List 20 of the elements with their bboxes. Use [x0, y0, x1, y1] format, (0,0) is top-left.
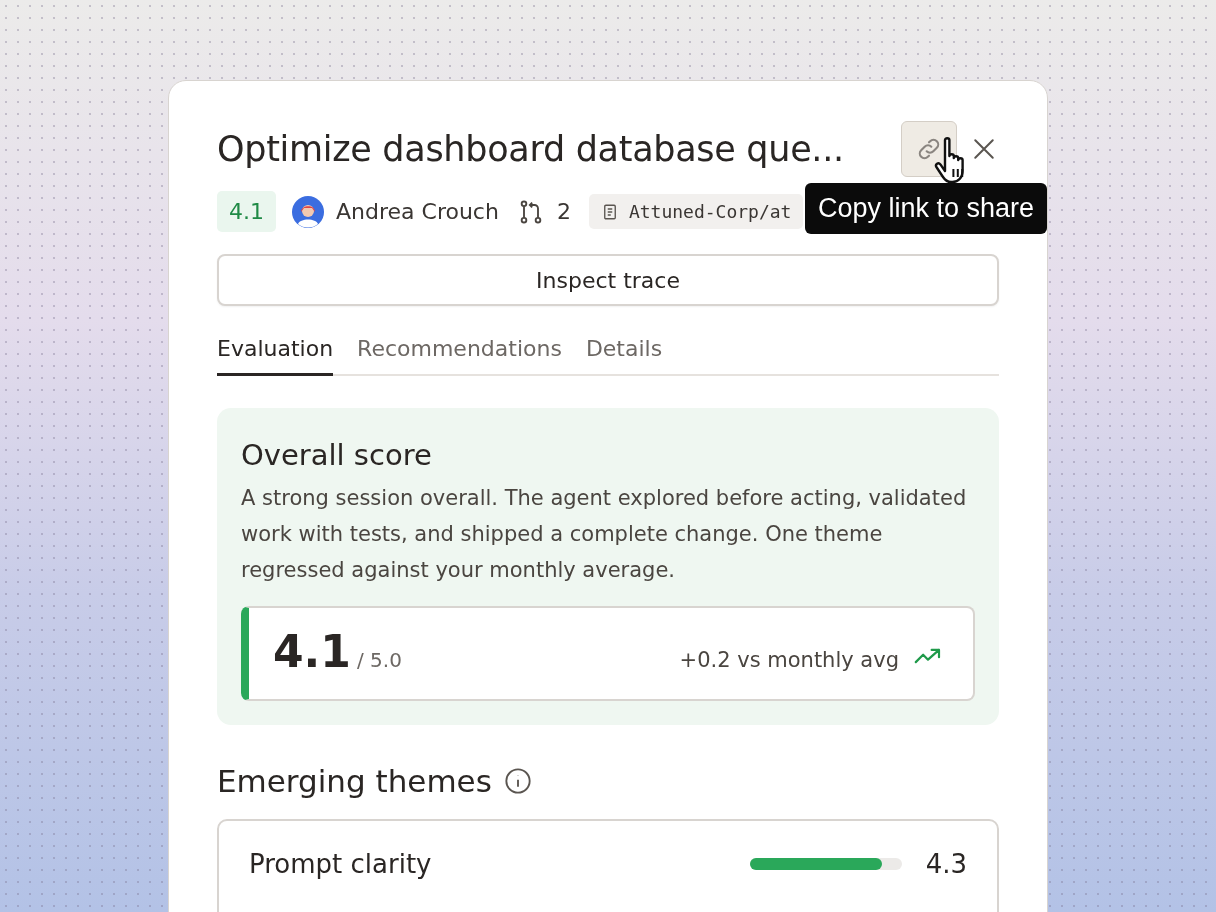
section-title: Emerging themes	[217, 763, 492, 799]
tooltip: Copy link to share	[804, 183, 1047, 234]
repository-name: Attuned-Corp/at	[628, 201, 792, 222]
section-title: Overall score	[241, 438, 433, 472]
pull-request-count: 2	[556, 199, 571, 224]
tab[interactable]: Evaluation	[217, 336, 334, 376]
author-name: Andrea Crouch	[336, 199, 499, 224]
inspect-trace-button[interactable]: Inspect trace	[217, 254, 999, 306]
avatar	[292, 195, 324, 228]
score-value: 4.1	[273, 626, 351, 677]
tab[interactable]: Details	[585, 336, 663, 376]
summary-text: A strong session overall. The agent explored before acting, validated work with tests, and shipped a complete change. One theme regressed against your monthly average.	[241, 485, 968, 584]
info-icon	[503, 767, 532, 795]
comparison-text: +0.2 vs monthly avg	[679, 648, 899, 672]
score-badge: 4.1	[217, 191, 276, 232]
score-max: / 5.0	[356, 648, 402, 672]
theme-score: 4.3	[925, 849, 967, 879]
tab[interactable]: Recommendations	[357, 336, 562, 376]
theme-name: Prompt clarity	[249, 849, 432, 879]
panel-title: Optimize dashboard database que...	[217, 129, 844, 169]
